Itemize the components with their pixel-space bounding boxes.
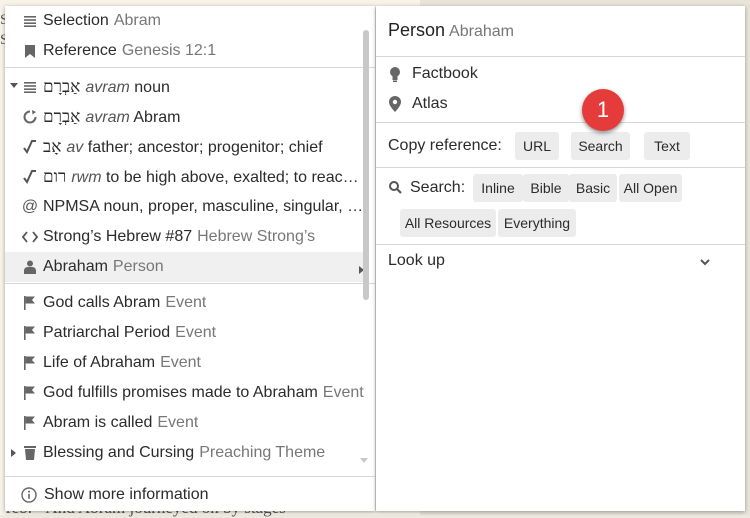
menu-item-lemma[interactable]: אַבְרָם avram noun [5,72,367,102]
panel-divider [376,167,745,168]
menu-item-selection[interactable]: Selection Abram [5,6,367,36]
copy-text-button[interactable]: Text [644,132,690,160]
menu-item-event[interactable]: Life of Abraham Event [5,348,367,378]
panel-title: Person Abraham [388,20,514,40]
panel-divider [376,122,745,123]
search-bible-button[interactable]: Bible [523,174,569,202]
refresh-icon [22,109,38,125]
person-icon [22,259,38,275]
flag-icon [22,415,38,431]
menu-item-abraham-person[interactable]: Abraham Person [5,252,367,282]
search-everything-button[interactable]: Everything [498,209,576,237]
flag-icon [22,295,38,311]
search-icon [389,181,402,199]
menu-item-strongs[interactable]: Strong’s Hebrew #87 Hebrew Strong’s [5,222,367,252]
panel-divider [376,244,745,245]
menu-item-event[interactable]: Abram is called Event [5,408,367,438]
root-icon [22,139,38,155]
atlas-link[interactable]: Atlas [388,92,448,116]
menu-item-morphology[interactable]: @ NPMSA noun, proper, masculine, singula… [5,192,367,222]
code-icon [22,229,38,245]
details-panel: Person Abraham Factbook Atlas Copy refere… [376,6,745,511]
location-pin-icon [388,96,402,112]
menu-item-event[interactable]: God fulfills promises made to Abraham Eve… [5,378,367,408]
search-label: Search: [410,179,466,196]
menu-item-root-rwm[interactable]: רום rwm to be high above, exalted; to rea… [5,162,367,192]
menu-item-preaching-theme[interactable]: Blessing and Cursing Preaching Theme [5,438,367,468]
chevron-down-icon[interactable] [698,255,712,269]
search-all-resources-button[interactable]: All Resources [400,209,496,237]
copy-search-button[interactable]: Search [571,132,630,160]
scroll-down-arrow[interactable] [360,458,368,463]
search-basic-button[interactable]: Basic [569,174,617,202]
context-menu: Selection Abram Reference Genesis 12:1 אַב… [5,6,375,511]
root-icon [22,169,38,185]
callout-badge: 1 [582,89,624,131]
flag-icon [22,385,38,401]
menu-divider [5,283,375,284]
menu-item-event[interactable]: God calls Abram Event [5,288,367,318]
menu-divider [5,476,375,477]
menu-item-root-av[interactable]: אָב av father; ancestor; progenitor; chie… [5,132,367,162]
info-icon [21,487,37,503]
scrollbar-thumb[interactable] [363,30,369,300]
lightbulb-icon [388,66,402,82]
lines-icon [22,79,38,95]
copy-reference-label: Copy reference: [388,137,502,154]
search-all-open-button[interactable]: All Open [619,174,682,202]
panel-subtitle: Abraham [449,23,514,40]
menu-item-event[interactable]: Patriarchal Period Event [5,318,367,348]
trash-icon [22,445,38,461]
menu-item-reference[interactable]: Reference Genesis 12:1 [5,36,367,66]
bookmark-icon [22,43,38,59]
flag-icon [22,355,38,371]
lines-icon [22,13,38,29]
show-more-button[interactable]: Show more information [5,479,375,511]
chevron-down-icon[interactable] [10,83,18,88]
copy-url-button[interactable]: URL [515,132,559,160]
look-up-toggle[interactable]: Look up [388,252,445,270]
menu-divider [5,67,375,68]
factbook-link[interactable]: Factbook [388,62,478,86]
search-inline-button[interactable]: Inline [473,174,523,202]
at-icon: @ [21,198,39,215]
menu-item-sense[interactable]: אַבְרָם avram Abram [5,102,367,132]
chevron-right-icon[interactable] [11,449,16,457]
flag-icon [22,325,38,341]
panel-divider [376,56,745,57]
